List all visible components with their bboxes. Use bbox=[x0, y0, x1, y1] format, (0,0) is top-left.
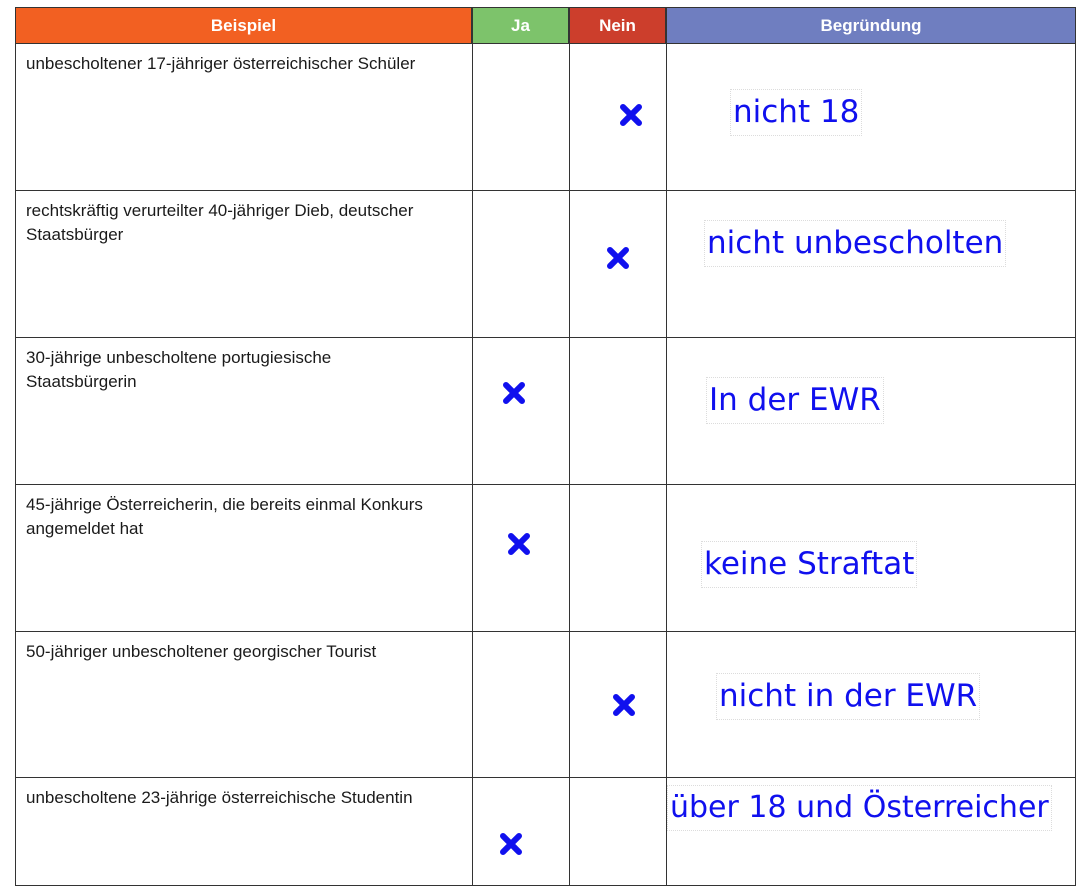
example-cell: 50-jähriger unbescholtener georgischer T… bbox=[15, 632, 472, 778]
nein-cell[interactable] bbox=[569, 191, 666, 338]
nein-cell[interactable] bbox=[569, 44, 666, 191]
example-cell: unbescholtene 23-jährige österreichische… bbox=[15, 778, 472, 886]
answer-text: nicht 18 bbox=[730, 89, 863, 137]
begruendung-cell[interactable]: nicht in der EWR bbox=[666, 632, 1076, 778]
x-mark-icon bbox=[613, 694, 635, 716]
table-row: unbescholtener 17-jähriger österreichisc… bbox=[15, 44, 1076, 191]
begruendung-cell[interactable]: nicht unbescholten bbox=[666, 191, 1076, 338]
x-mark-icon bbox=[508, 533, 530, 555]
begruendung-cell[interactable]: In der EWR bbox=[666, 338, 1076, 485]
example-text: unbescholtene 23-jährige österreichische… bbox=[26, 788, 413, 807]
table-row: rechtskräftig verurteilter 40-jähriger D… bbox=[15, 191, 1076, 338]
begruendung-cell[interactable]: nicht 18 bbox=[666, 44, 1076, 191]
example-cell: rechtskräftig verurteilter 40-jähriger D… bbox=[15, 191, 472, 338]
example-text: 50-jähriger unbescholtener georgischer T… bbox=[26, 642, 377, 661]
ja-cell[interactable] bbox=[472, 632, 569, 778]
ja-cell[interactable] bbox=[472, 778, 569, 886]
header-begruendung: Begründung bbox=[666, 7, 1076, 44]
answer-text: nicht unbescholten bbox=[704, 220, 1007, 268]
table-row: 30-jährige unbescholtene portugiesische … bbox=[15, 338, 1076, 485]
nein-cell[interactable] bbox=[569, 632, 666, 778]
table-row: unbescholtene 23-jährige österreichische… bbox=[15, 778, 1076, 886]
example-text: 30-jährige unbescholtene portugiesische … bbox=[26, 348, 332, 391]
ja-cell[interactable] bbox=[472, 485, 569, 632]
begruendung-cell[interactable]: über 18 und Österreicher bbox=[666, 778, 1076, 886]
ja-cell[interactable] bbox=[472, 44, 569, 191]
x-mark-icon bbox=[607, 247, 629, 269]
header-nein: Nein bbox=[569, 7, 666, 44]
begruendung-cell[interactable]: keine Straftat bbox=[666, 485, 1076, 632]
answer-text: nicht in der EWR bbox=[716, 673, 981, 721]
header-beispiel: Beispiel bbox=[15, 7, 472, 44]
answer-text: über 18 und Österreicher bbox=[667, 785, 1052, 831]
table-row: 50-jähriger unbescholtener georgischer T… bbox=[15, 632, 1076, 778]
table-row: 45-jährige Österreicherin, die bereits e… bbox=[15, 485, 1076, 632]
example-text: 45-jährige Österreicherin, die bereits e… bbox=[26, 495, 423, 538]
nein-cell[interactable] bbox=[569, 485, 666, 632]
header-ja: Ja bbox=[472, 7, 569, 44]
ja-cell[interactable] bbox=[472, 191, 569, 338]
nein-cell[interactable] bbox=[569, 338, 666, 485]
ja-cell[interactable] bbox=[472, 338, 569, 485]
answer-text: In der EWR bbox=[706, 377, 884, 425]
nein-cell[interactable] bbox=[569, 778, 666, 886]
x-mark-icon bbox=[500, 833, 522, 855]
example-cell: 45-jährige Österreicherin, die bereits e… bbox=[15, 485, 472, 632]
answer-text: keine Straftat bbox=[701, 541, 918, 589]
example-cell: 30-jährige unbescholtene portugiesische … bbox=[15, 338, 472, 485]
x-mark-icon bbox=[620, 104, 642, 126]
x-mark-icon bbox=[503, 382, 525, 404]
example-text: unbescholtener 17-jähriger österreichisc… bbox=[26, 54, 416, 73]
example-text: rechtskräftig verurteilter 40-jähriger D… bbox=[26, 201, 414, 244]
example-cell: unbescholtener 17-jähriger österreichisc… bbox=[15, 44, 472, 191]
